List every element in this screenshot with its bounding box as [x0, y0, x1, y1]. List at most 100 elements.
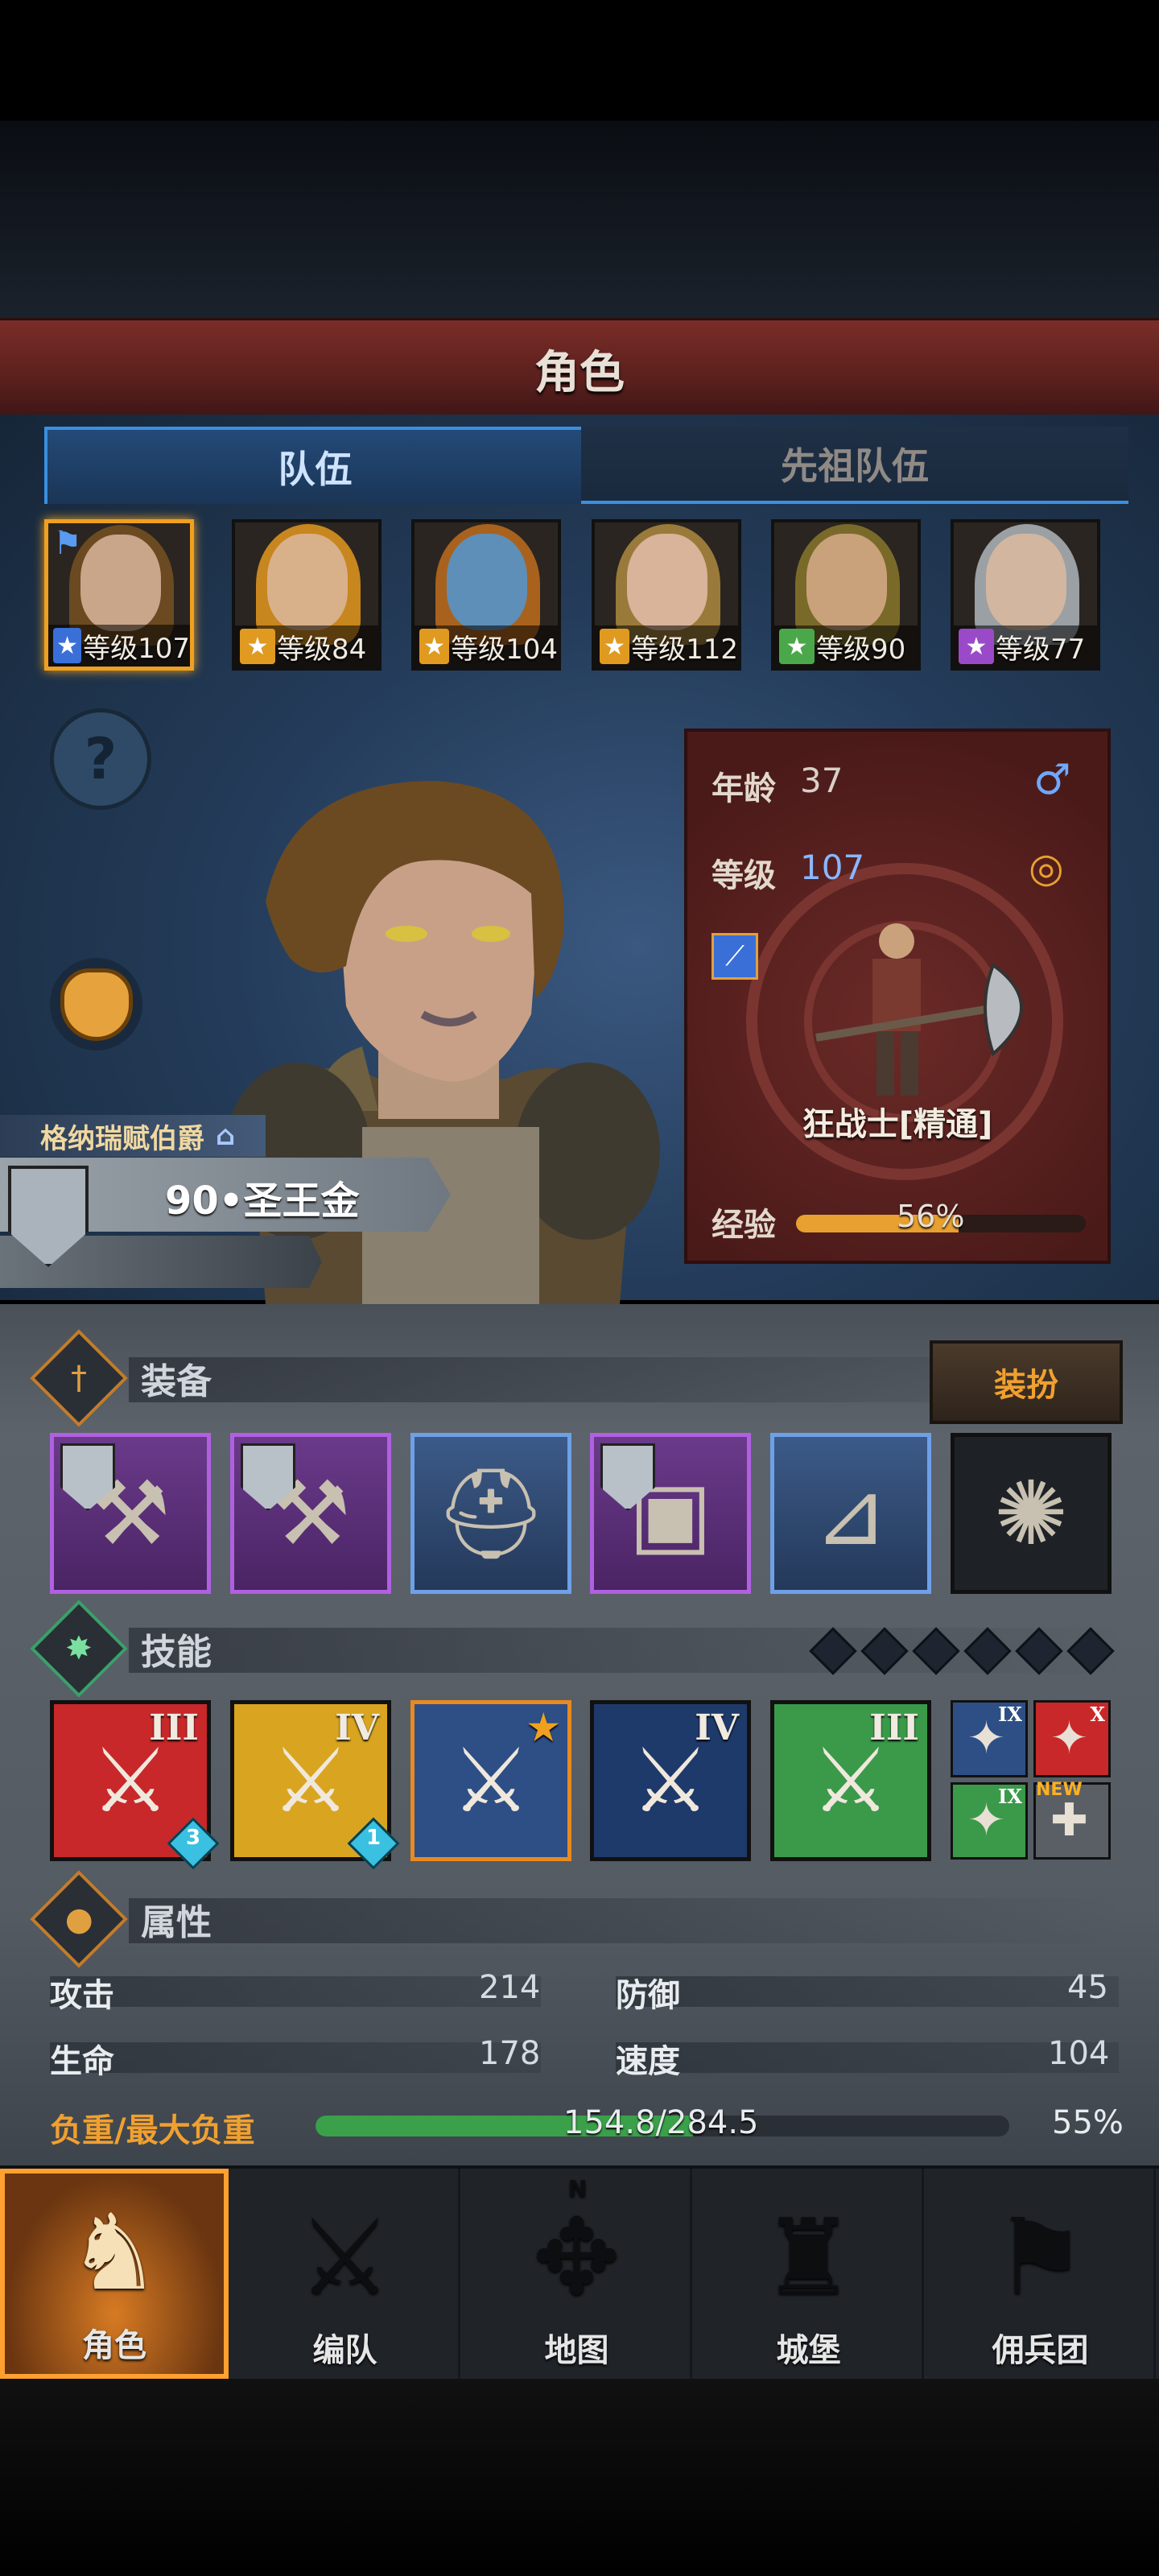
exp-label: 经验: [711, 1207, 776, 1244]
flag-icon: ⚑: [53, 525, 82, 562]
skill-slot[interactable]: ⚔ IV 1: [230, 1700, 400, 1870]
house-icon: ⌂: [216, 1120, 236, 1152]
stat-bar-health: [50, 2042, 541, 2073]
mercenary-icon: ⚑: [993, 2196, 1087, 2318]
portrait-level-bar: ★ 等级84: [235, 625, 378, 667]
face-shape: [806, 534, 887, 630]
stat-label-attack: 攻击: [50, 1977, 114, 2014]
character-info-card: 年龄 37 ♂ 等级 107 ◎ ⟋ 狂战士[精通] 经验 56%: [684, 729, 1111, 1264]
nav-label: 佣兵团: [992, 2332, 1089, 2369]
formation-icon: ⚔: [298, 2196, 392, 2318]
skill-slot[interactable]: ⚔ III: [770, 1700, 931, 1861]
stat-value-health: 178: [479, 2035, 541, 2072]
berserker-figure: [815, 923, 1023, 1096]
portrait-level-bar: ★ 等级77: [954, 625, 1097, 667]
equipment-slot[interactable]: ✺: [951, 1433, 1112, 1594]
team-member-portrait[interactable]: ★ 等级77: [951, 519, 1100, 671]
tab-team[interactable]: 队伍: [44, 427, 586, 504]
nav-formation[interactable]: ⚔ 编队: [232, 2169, 460, 2379]
boots-icon: ⊿: [813, 1462, 889, 1565]
gem-count: 3: [185, 1825, 201, 1850]
equipment-slot[interactable]: ▣: [590, 1433, 751, 1594]
potion-icon: [60, 968, 133, 1041]
small-skill-slot[interactable]: ✦ IX: [951, 1782, 1028, 1860]
small-skill-slot[interactable]: ✦ X: [1033, 1700, 1111, 1777]
helmet-icon: ⛑: [435, 1461, 547, 1565]
top-background: [0, 121, 1159, 318]
skill-rank: IV: [335, 1707, 379, 1748]
equipment-slot[interactable]: ⛑: [410, 1433, 571, 1594]
portrait-level: 等级104: [451, 633, 558, 666]
house-name: 格纳瑞赋伯爵: [40, 1122, 204, 1155]
potion-button[interactable]: [50, 958, 142, 1051]
new-badge: NEW: [1036, 1780, 1083, 1800]
portrait-level-bar: ★ 等级104: [415, 625, 558, 667]
stat-value-attack: 214: [479, 1969, 541, 2006]
load-value: 154.8/284.5: [563, 2104, 759, 2141]
nav-mercenary[interactable]: ⚑ 佣兵团: [927, 2169, 1156, 2379]
skill-icon: ⚔: [451, 1729, 531, 1832]
bow-class-icon: ★: [779, 629, 815, 664]
equipment-slot[interactable]: ⚒: [50, 1433, 211, 1594]
skill-rank: IV: [695, 1707, 739, 1748]
load-percent: 55%: [1052, 2104, 1124, 2141]
tab-ancestor-team[interactable]: 先祖队伍: [581, 427, 1128, 504]
face-shape: [80, 535, 161, 631]
attributes-title: 属性: [141, 1902, 212, 1943]
face-shape: [267, 534, 348, 630]
skill-slot[interactable]: ⚔ ★: [410, 1700, 571, 1861]
title-banner: 角色: [0, 318, 1159, 420]
sword-class-icon: ★: [53, 628, 82, 663]
stat-bar-speed: [616, 2042, 1119, 2073]
attributes-header-bar: [129, 1898, 1127, 1943]
team-member-portrait[interactable]: ★ 等级112: [592, 519, 741, 671]
bottom-bar: [0, 2379, 1159, 2576]
portrait-level: 等级90: [816, 633, 906, 666]
nav-knight[interactable]: ♞ 角色: [0, 2169, 229, 2379]
skill-rank: III: [869, 1707, 919, 1748]
portrait-level-bar: ★ 等级107: [48, 625, 190, 667]
level-label: 等级: [711, 857, 776, 894]
dress-up-label: 装扮: [994, 1367, 1058, 1404]
equipment-header: † 装备: [30, 1329, 212, 1427]
status-bar-area: [0, 0, 1159, 121]
skills-header: ✸ 技能: [30, 1600, 212, 1698]
help-button[interactable]: ?: [50, 708, 151, 810]
stat-label-speed: 速度: [616, 2043, 680, 2080]
team-member-portrait[interactable]: ★ 等级104: [411, 519, 561, 671]
skill-rank: III: [149, 1707, 199, 1748]
team-member-portrait[interactable]: ⚑ ★ 等级107: [44, 519, 194, 671]
level-value: 107: [800, 848, 865, 887]
cross-icon: ✚: [1050, 1794, 1088, 1847]
nav-compass-map[interactable]: ✥ N 地图: [464, 2169, 692, 2379]
class-name: 狂战士[精通]: [802, 1106, 993, 1143]
dress-up-button[interactable]: 装扮: [930, 1340, 1123, 1424]
face-shape: [627, 534, 707, 630]
stat-value-speed: 104: [1048, 2035, 1110, 2072]
skill-icon: ✦: [1050, 1712, 1088, 1765]
equipment-slot[interactable]: ⚒: [230, 1433, 391, 1594]
skill-slot[interactable]: ⚔ IV: [590, 1700, 751, 1861]
nav-label: 地图: [544, 2332, 609, 2369]
equipment-slot[interactable]: ⊿: [770, 1433, 931, 1594]
ring-icon: ◎: [1029, 844, 1064, 891]
portrait-level-bar: ★ 等级90: [774, 625, 918, 667]
small-skill-slot[interactable]: ✦ IX: [951, 1700, 1028, 1777]
age-label: 年龄: [711, 770, 776, 807]
age-value: 37: [800, 761, 843, 800]
amulet-icon: ✺: [993, 1462, 1069, 1565]
nav-castle[interactable]: ♜ 城堡: [695, 2169, 924, 2379]
team-member-portrait[interactable]: ★ 等级90: [771, 519, 921, 671]
shield-class-icon: ★: [600, 629, 630, 664]
skill-slot[interactable]: ⚔ III 3: [50, 1700, 220, 1870]
stat-value-defense: 45: [1067, 1969, 1108, 2006]
knight-icon: ♞: [67, 2191, 162, 2314]
gem-count: 1: [365, 1825, 382, 1850]
sword-class-icon: ⟋: [711, 933, 758, 980]
skill-rank: IX: [998, 1703, 1022, 1726]
compass-north-label: N: [568, 2175, 588, 2202]
small-skill-slot[interactable]: ✚ NEW: [1033, 1780, 1111, 1860]
portrait-level-bar: ★ 等级112: [595, 625, 738, 667]
team-member-portrait[interactable]: ★ 等级84: [232, 519, 382, 671]
tab-ancestor-label: 先祖队伍: [781, 444, 929, 488]
